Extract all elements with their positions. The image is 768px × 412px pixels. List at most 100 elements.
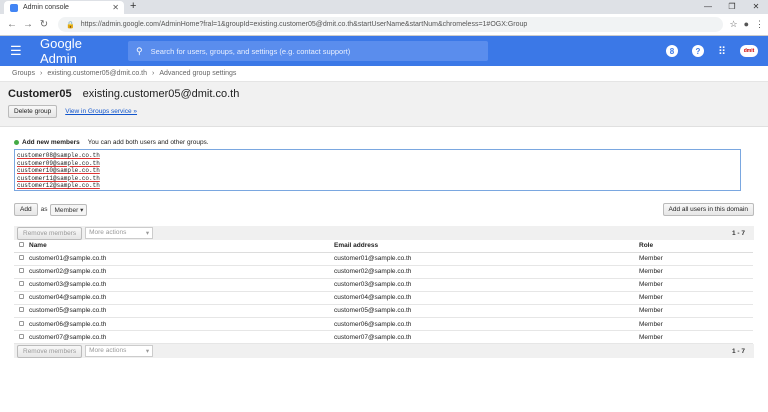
minimize-icon[interactable]: — — [696, 0, 720, 14]
breadcrumb-group[interactable]: existing.customer05@dmit.co.th — [47, 70, 147, 77]
row-role: Member — [639, 317, 753, 332]
breadcrumb: Groups › existing.customer05@dmit.co.th … — [0, 66, 768, 82]
role-select-value: Member — [54, 206, 79, 214]
row-name[interactable]: customer06@sample.co.th — [29, 317, 334, 332]
table-row[interactable]: customer02@sample.co.th customer02@sample… — [14, 265, 753, 279]
add-all-users-button[interactable]: Add all users in this domain — [662, 203, 754, 216]
browser-tabstrip: Admin console ✕ + — ❐ ✕ — [0, 0, 768, 14]
view-in-groups-link[interactable]: View in Groups service » — [65, 108, 137, 115]
add-members-title: Add new members — [22, 139, 80, 146]
table-row[interactable]: customer03@sample.co.th customer03@sample… — [14, 278, 753, 292]
row-name[interactable]: customer05@sample.co.th — [29, 304, 334, 318]
breadcrumb-current: Advanced group settings — [159, 70, 237, 77]
new-tab-icon[interactable]: + — [130, 0, 136, 12]
support-icon[interactable]: 8 — [665, 45, 678, 57]
delete-group-button[interactable]: Delete group — [8, 105, 58, 118]
main-menu-icon[interactable]: ☰ — [10, 43, 28, 59]
forward-icon[interactable]: → — [20, 19, 36, 30]
group-name: Customer05 — [8, 88, 72, 100]
table-header-row: Name Email address Role — [14, 240, 753, 253]
back-icon[interactable]: ← — [4, 19, 20, 30]
dropdown-arrow-icon: ▾ — [145, 230, 150, 237]
table-row[interactable]: customer06@sample.co.th customer06@sample… — [14, 317, 753, 332]
row-name[interactable]: customer04@sample.co.th — [29, 291, 334, 305]
bookmark-star-icon[interactable]: ☆ — [729, 19, 737, 30]
search-placeholder: Search for users, groups, and settings (… — [150, 46, 351, 56]
add-members-header: Add new members You can add both users a… — [14, 139, 754, 146]
row-name[interactable]: customer02@sample.co.th — [29, 265, 334, 279]
add-row: Add as Member ▾ Add all users in this do… — [14, 203, 754, 216]
more-actions-label: More actions — [89, 229, 127, 236]
add-button[interactable]: Add — [14, 203, 38, 216]
profile-icon[interactable]: ● — [744, 19, 749, 30]
table-row[interactable]: customer07@sample.co.th customer07@sample… — [14, 330, 753, 345]
admin-header: ☰ Google Admin ⚲ Search for users, group… — [0, 36, 768, 66]
url-text: https://admin.google.com/AdminHome?fral=… — [80, 21, 528, 28]
row-checkbox[interactable] — [19, 281, 24, 287]
help-icon[interactable]: ? — [691, 45, 704, 57]
page-title: Customer05 existing.customer05@dmit.co.t… — [8, 88, 760, 100]
search-icon: ⚲ — [136, 45, 143, 56]
column-role[interactable]: Role — [639, 240, 753, 253]
table-row[interactable]: customer04@sample.co.th customer04@sample… — [14, 291, 753, 305]
pagination-range: 1 - 7 — [731, 229, 745, 237]
new-members-textarea[interactable]: customer08@sample.co.th customer09@sampl… — [14, 149, 741, 191]
row-email: customer03@sample.co.th — [334, 278, 639, 292]
expand-dot-icon[interactable] — [14, 140, 19, 145]
maximize-icon[interactable]: ❐ — [720, 0, 744, 14]
pagination-range: 1 - 7 — [731, 347, 745, 355]
row-email: customer07@sample.co.th — [334, 330, 639, 345]
column-email[interactable]: Email address — [334, 240, 639, 253]
remove-members-button[interactable]: Remove members — [17, 226, 83, 240]
row-role: Member — [639, 304, 753, 318]
row-name[interactable]: customer07@sample.co.th — [29, 330, 334, 345]
dropdown-arrow-icon: ▾ — [80, 206, 84, 214]
breadcrumb-groups[interactable]: Groups — [12, 70, 35, 77]
brand-title[interactable]: Google Admin — [40, 36, 120, 66]
table-row[interactable]: customer01@sample.co.th customer01@sample… — [14, 252, 753, 266]
browser-tab[interactable]: Admin console ✕ — [4, 1, 124, 14]
url-field[interactable]: 🔒 https://admin.google.com/AdminHome?fra… — [58, 17, 724, 32]
member-entry: customer12@sample.co.th — [17, 182, 100, 189]
row-email: customer05@sample.co.th — [334, 304, 639, 318]
member-entry: customer08@sample.co.th — [17, 152, 100, 159]
row-checkbox[interactable] — [19, 307, 24, 313]
select-all-checkbox[interactable] — [19, 242, 24, 248]
address-bar: ← → ↻ 🔒 https://admin.google.com/AdminHo… — [0, 14, 768, 36]
role-select[interactable]: Member ▾ — [50, 203, 88, 216]
members-section: Add new members You can add both users a… — [0, 127, 768, 359]
breadcrumb-separator-icon: › — [39, 70, 43, 77]
row-email: customer04@sample.co.th — [334, 291, 639, 305]
table-row[interactable]: customer05@sample.co.th customer05@sample… — [14, 304, 753, 318]
row-checkbox[interactable] — [19, 333, 24, 339]
more-actions-select[interactable]: More actions ▾ — [85, 227, 154, 239]
window-controls: — ❐ ✕ — [696, 0, 768, 14]
remove-members-button[interactable]: Remove members — [17, 344, 83, 358]
table-toolbar-top: Remove members More actions ▾ 1 - 7 — [14, 226, 754, 240]
breadcrumb-separator-icon: › — [152, 70, 155, 77]
row-name[interactable]: customer01@sample.co.th — [29, 252, 334, 266]
group-email: existing.customer05@dmit.co.th — [82, 88, 240, 100]
row-role: Member — [639, 265, 753, 279]
row-checkbox[interactable] — [19, 255, 24, 261]
more-actions-label: More actions — [89, 347, 127, 355]
row-checkbox[interactable] — [19, 268, 24, 274]
member-entry: customer11@sample.co.th — [17, 174, 100, 182]
more-actions-select[interactable]: More actions ▾ — [85, 345, 154, 358]
member-entry: customer10@sample.co.th — [17, 167, 100, 174]
table-toolbar-bottom: Remove members More actions ▾ 1 - 7 — [14, 344, 754, 359]
row-role: Member — [639, 330, 753, 345]
row-name[interactable]: customer03@sample.co.th — [29, 278, 334, 292]
reload-icon[interactable]: ↻ — [36, 19, 52, 30]
account-avatar[interactable]: dmit — [740, 45, 758, 57]
close-tab-icon[interactable]: ✕ — [112, 3, 119, 12]
search-input[interactable]: ⚲ Search for users, groups, and settings… — [128, 41, 488, 61]
admin-favicon-icon — [10, 3, 18, 12]
browser-menu-icon[interactable]: ⋮ — [755, 19, 764, 30]
close-window-icon[interactable]: ✕ — [744, 0, 768, 14]
row-checkbox[interactable] — [19, 294, 24, 300]
apps-grid-icon[interactable]: ⠿ — [718, 45, 726, 58]
row-checkbox[interactable] — [19, 320, 24, 326]
column-name[interactable]: Name — [29, 240, 334, 253]
group-header: Customer05 existing.customer05@dmit.co.t… — [0, 82, 768, 127]
